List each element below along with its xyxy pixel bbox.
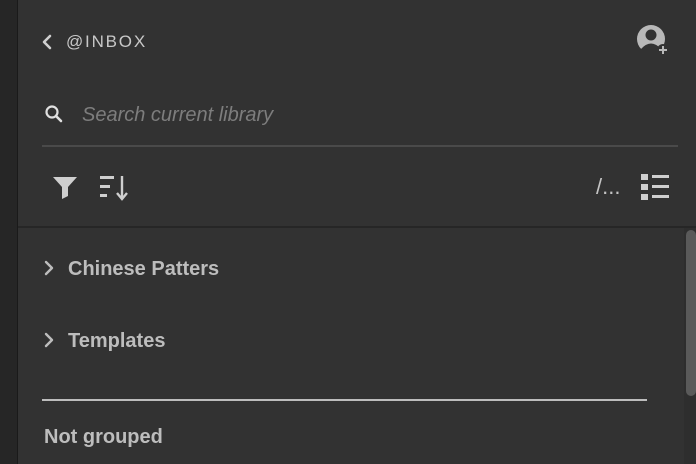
path-button[interactable]: /... xyxy=(596,174,620,200)
filter-icon[interactable] xyxy=(52,174,78,200)
chevron-right-icon xyxy=(44,332,54,348)
group-label: Chinese Patters xyxy=(68,258,220,280)
left-edge-pane xyxy=(0,0,18,464)
section-divider xyxy=(42,399,647,401)
group-item-templates[interactable]: Templates xyxy=(18,314,658,370)
chevron-left-icon[interactable] xyxy=(40,34,54,50)
sort-icon[interactable] xyxy=(98,172,130,202)
list-view-icon[interactable] xyxy=(640,172,670,202)
add-user-icon[interactable] xyxy=(636,24,672,58)
library-title[interactable]: @INBOX xyxy=(66,32,147,52)
panel-header: @INBOX xyxy=(18,0,696,84)
search-input[interactable] xyxy=(80,96,664,134)
chevron-right-icon xyxy=(44,260,54,276)
search-bar xyxy=(42,92,678,147)
not-grouped-heading: Not grouped xyxy=(44,426,163,448)
group-item-chinese-patters[interactable]: Chinese Patters xyxy=(18,242,658,298)
scrollbar-thumb[interactable] xyxy=(686,230,696,396)
group-label: Templates xyxy=(68,330,166,352)
library-toolbar: /... xyxy=(18,160,696,228)
library-panel: @INBOX /... xyxy=(18,0,696,464)
search-icon xyxy=(45,105,63,123)
